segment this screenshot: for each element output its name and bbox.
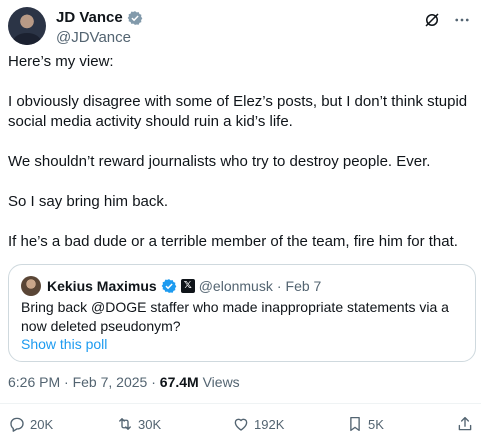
- action-bar: 20K 30K 192K 5K: [8, 415, 473, 435]
- tweet-time[interactable]: 6:26 PM: [8, 374, 60, 390]
- like-button[interactable]: 192K: [232, 415, 284, 433]
- author-handle[interactable]: @JDVance: [56, 29, 131, 46]
- quoted-tweet-card[interactable]: Kekius Maximus 𝕏 @elonmusk · Feb 7 Bring…: [8, 264, 476, 362]
- tweet-paragraph: I obviously disagree with some of Elez’s…: [8, 93, 468, 130]
- reply-button[interactable]: 20K: [8, 415, 53, 433]
- quoted-date: Feb 7: [285, 278, 322, 294]
- meta-separator: ·: [64, 374, 69, 390]
- quoted-author-handle: @elonmusk: [198, 278, 273, 294]
- reply-icon: [10, 417, 24, 432]
- tweet-header: JD Vance @JDVance: [8, 7, 471, 47]
- views-count: 67.4M: [159, 374, 199, 390]
- author-avatar[interactable]: [8, 7, 46, 45]
- quoted-tweet-header: Kekius Maximus 𝕏 @elonmusk · Feb 7: [21, 276, 321, 296]
- x-logo-badge-icon: 𝕏: [180, 279, 195, 293]
- bookmark-button[interactable]: 5K: [346, 415, 384, 433]
- share-icon: [458, 416, 472, 431]
- tweet-date[interactable]: Feb 7, 2025: [73, 374, 148, 390]
- more-icon[interactable]: [453, 11, 471, 29]
- verified-badge-icon: [127, 10, 143, 25]
- bookmark-count: 5K: [368, 416, 384, 432]
- quoted-separator: ·: [276, 278, 282, 294]
- repost-count: 30K: [138, 416, 162, 432]
- quoted-tweet-text: Bring back @DOGE staffer who made inappr…: [21, 299, 449, 334]
- show-poll-link[interactable]: Show this poll: [21, 336, 107, 352]
- tweet-text: Here’s my view: I obviously disagree wit…: [8, 52, 476, 272]
- repost-button[interactable]: 30K: [116, 415, 161, 433]
- tweet-paragraph: So I say bring him back.: [8, 193, 169, 210]
- author-name[interactable]: JD Vance: [56, 9, 123, 26]
- author-name-row: JD Vance: [56, 9, 143, 26]
- like-count: 192K: [254, 416, 285, 432]
- meta-separator: ·: [151, 374, 156, 390]
- grok-icon[interactable]: [423, 11, 441, 29]
- tweet-paragraph: We shouldn’t reward journalists who try …: [8, 153, 431, 170]
- views-label: Views: [202, 374, 240, 390]
- repost-icon: [119, 418, 131, 430]
- verified-badge-icon: [161, 279, 177, 293]
- share-button[interactable]: [456, 415, 474, 433]
- quoted-author-name: Kekius Maximus: [47, 278, 157, 294]
- like-icon: [234, 418, 248, 431]
- divider: [0, 403, 481, 404]
- bookmark-icon: [350, 416, 360, 432]
- tweet-paragraph: If he’s a bad dude or a terrible member …: [8, 233, 458, 250]
- tweet-meta: 6:26 PM · Feb 7, 2025 · 67.4M Views: [8, 374, 240, 390]
- reply-count: 20K: [30, 416, 54, 432]
- quoted-author-avatar: [21, 276, 41, 296]
- tweet-paragraph: Here’s my view:: [8, 53, 114, 70]
